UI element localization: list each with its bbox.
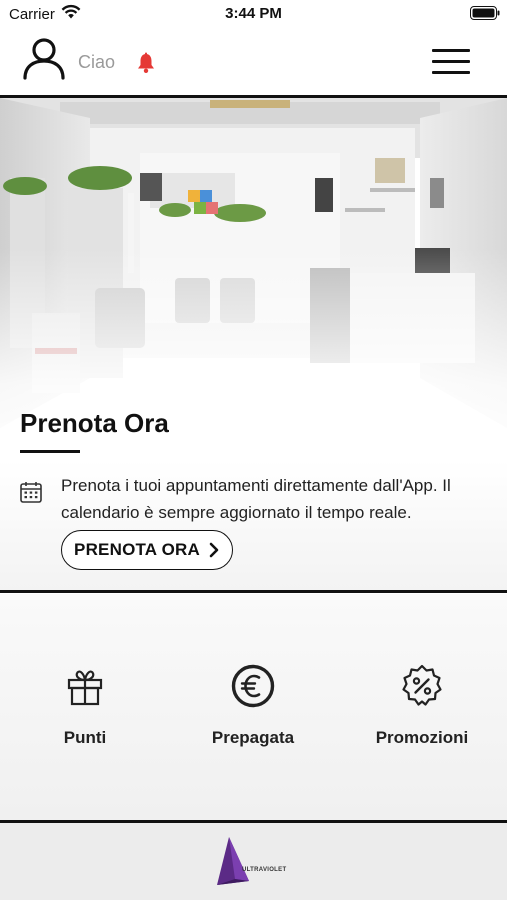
calendar-icon xyxy=(20,482,42,503)
euro-icon xyxy=(231,664,275,708)
app-footer: ULTRAVIOLET xyxy=(0,823,507,900)
book-now-label: PRENOTA ORA xyxy=(74,540,200,559)
gift-icon xyxy=(67,670,103,706)
discount-badge-icon xyxy=(402,664,442,706)
feature-points-label: Punti xyxy=(63,728,107,747)
status-time: 3:44 PM xyxy=(225,5,282,22)
app-header: Ciao xyxy=(0,30,507,96)
booking-description: Prenota i tuoi appuntamenti direttamente… xyxy=(61,476,451,522)
feature-promotions-label: Promozioni xyxy=(375,728,469,747)
book-now-button[interactable]: PRENOTA ORA xyxy=(61,530,233,570)
bell-icon[interactable] xyxy=(136,52,156,74)
greeting-text: Ciao xyxy=(78,52,116,72)
brand-logo: ULTRAVIOLET xyxy=(215,835,295,887)
chevron-right-icon xyxy=(209,542,219,558)
hero-divider xyxy=(0,590,507,593)
brand-logo-mark xyxy=(217,837,249,885)
status-bar: Carrier 3:44 PM xyxy=(0,0,507,30)
features-section: Punti Prepagata Promozioni xyxy=(0,594,507,820)
brand-name: ULTRAVIOLET xyxy=(242,867,287,873)
battery-icon xyxy=(470,6,500,20)
user-icon[interactable] xyxy=(22,36,66,80)
feature-promotions[interactable]: Promozioni xyxy=(352,664,492,754)
title-underline xyxy=(20,450,80,453)
menu-line xyxy=(432,60,470,63)
booking-hero: Prenota Ora Prenota i tuoi appuntamenti … xyxy=(0,98,507,590)
feature-prepaid-label: Prepagata xyxy=(211,728,295,747)
menu-line xyxy=(432,71,470,74)
hamburger-menu-icon[interactable] xyxy=(430,46,472,78)
menu-line xyxy=(432,49,470,52)
feature-points[interactable]: Punti xyxy=(15,664,155,754)
hero-title: Prenota Ora xyxy=(20,408,169,438)
feature-prepaid[interactable]: Prepagata xyxy=(183,664,323,754)
